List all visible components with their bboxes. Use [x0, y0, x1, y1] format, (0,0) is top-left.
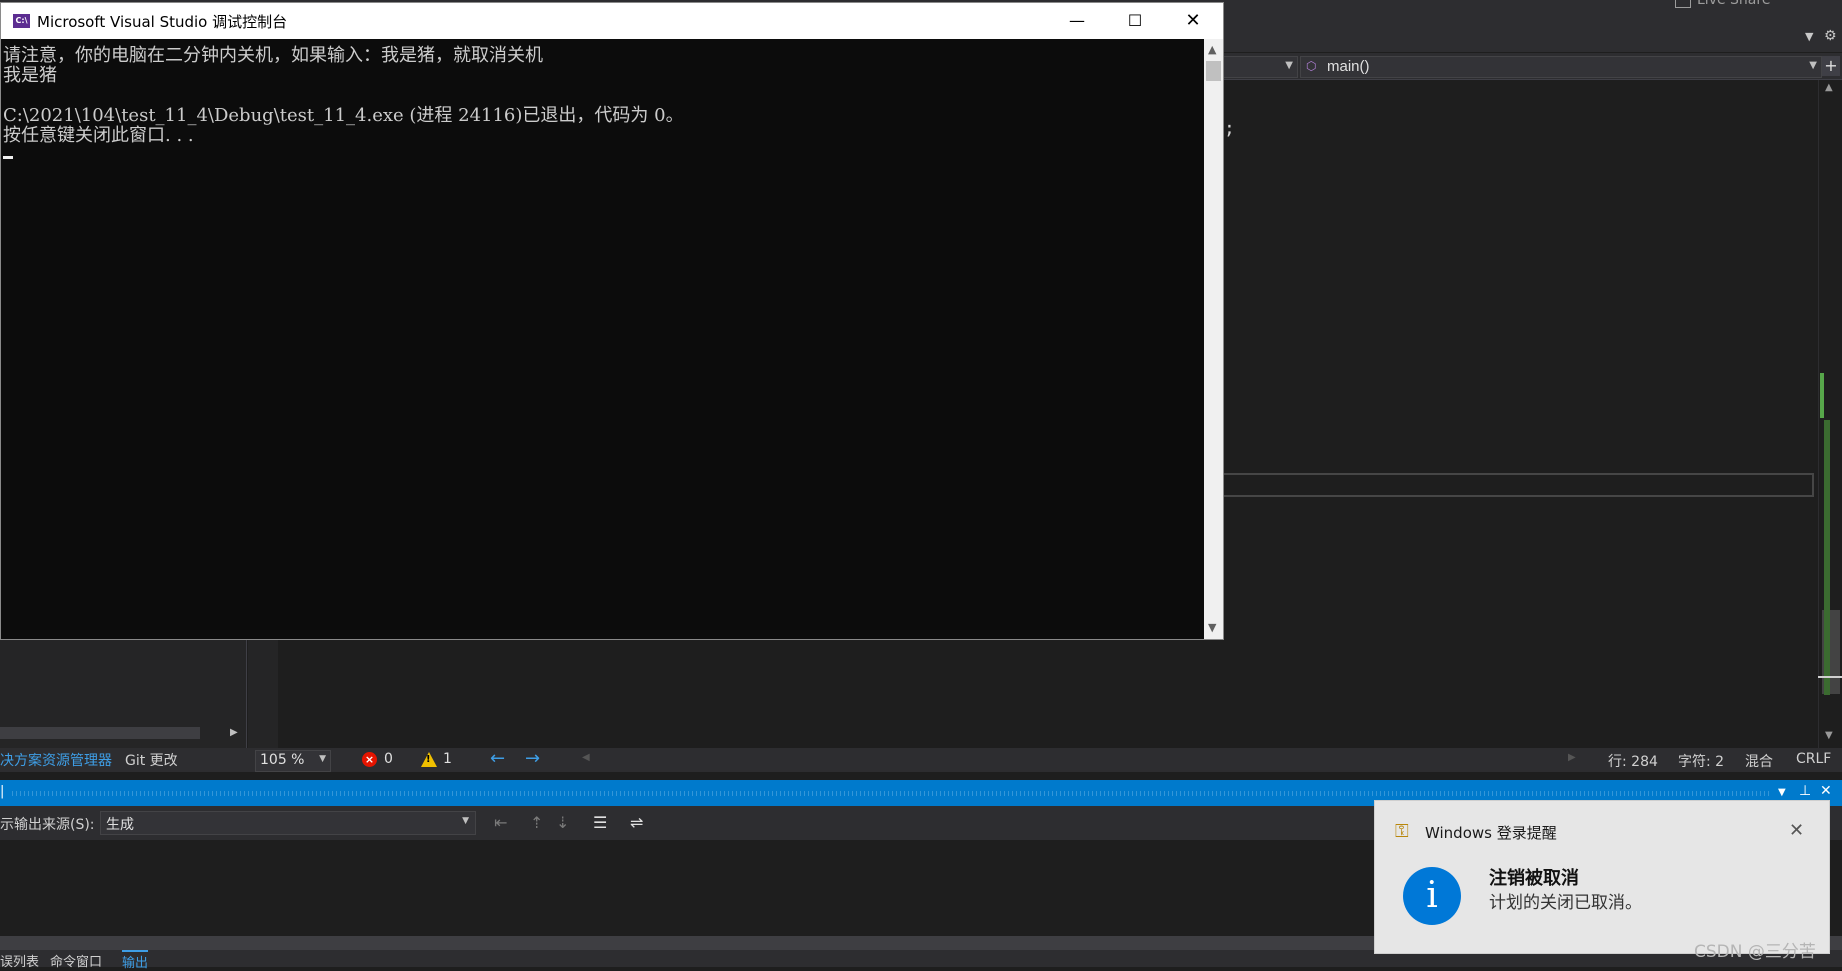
hscroll-left-icon[interactable]: ◀: [582, 752, 590, 763]
toast-close-button[interactable]: ✕: [1789, 820, 1804, 841]
zoom-value: 105 %: [260, 752, 305, 768]
zoom-dropdown[interactable]: 105 % ▼: [255, 750, 331, 772]
live-share-label[interactable]: Live Share: [1697, 0, 1770, 8]
function-dropdown[interactable]: ⬡ main() ▼: [1300, 56, 1822, 78]
windows-toast-notification[interactable]: ⚿ Windows 登录提醒 ✕ i 注销被取消 计划的关闭已取消。: [1374, 800, 1830, 954]
tab-output[interactable]: 输出: [122, 950, 149, 971]
caret-marker: [1818, 676, 1842, 678]
tab-command-window[interactable]: 命令窗口: [50, 951, 102, 970]
status-mode[interactable]: 混合: [1745, 751, 1773, 771]
warning-count[interactable]: 1: [443, 751, 452, 767]
tab-git-changes[interactable]: Git 更改: [125, 750, 178, 770]
error-icon[interactable]: ×: [362, 752, 377, 767]
titlebar-grip[interactable]: [12, 791, 1772, 796]
chevron-down-icon: ▼: [462, 816, 469, 826]
warning-icon-mark: !: [426, 754, 431, 765]
function-cube-icon: ⬡: [1306, 59, 1317, 73]
chevron-down-icon: ▼: [319, 754, 326, 764]
toast-heading: 注销被取消: [1489, 868, 1579, 889]
console-app-icon: C:\: [13, 14, 30, 28]
debug-console-window[interactable]: C:\ Microsoft Visual Studio 调试控制台 — ☐ ✕ …: [0, 2, 1224, 640]
console-title: Microsoft Visual Studio 调试控制台: [37, 13, 288, 31]
toast-message: 计划的关闭已取消。: [1489, 893, 1642, 913]
word-wrap-icon[interactable]: ⇌: [630, 813, 643, 832]
change-marker: [1820, 373, 1824, 418]
code-fragment: ;: [1224, 118, 1235, 139]
scroll-right-icon[interactable]: ▶: [230, 727, 238, 738]
scroll-down-icon[interactable]: ▼: [1208, 621, 1216, 634]
clear-all-icon[interactable]: ☰: [593, 813, 607, 832]
output-source-value: 生成: [106, 817, 134, 833]
tab-error-list[interactable]: 误列表: [0, 951, 39, 970]
console-line: 我是猪: [3, 65, 57, 86]
current-line-highlight: [1222, 473, 1814, 497]
output-source-select[interactable]: 生成 ▼: [100, 811, 476, 835]
dropdown-arrow-icon[interactable]: ▼: [1805, 30, 1813, 43]
next-message-icon[interactable]: ⇣: [556, 813, 569, 832]
chevron-down-icon: ▼: [1285, 60, 1293, 71]
minimize-button[interactable]: —: [1048, 3, 1106, 39]
navigate-back-icon[interactable]: ←: [490, 748, 505, 769]
close-button[interactable]: ✕: [1164, 3, 1222, 39]
change-marker: [1824, 420, 1830, 695]
console-line: 按任意键关闭此窗口. . .: [3, 125, 194, 146]
find-message-icon[interactable]: ⇤: [494, 813, 507, 832]
pin-icon[interactable]: ⊥: [1799, 783, 1811, 799]
status-line-ending[interactable]: CRLF: [1796, 751, 1831, 767]
scrollbar-thumb[interactable]: [1206, 61, 1221, 81]
status-column[interactable]: 字符: 2: [1678, 751, 1724, 771]
console-titlebar[interactable]: C:\ Microsoft Visual Studio 调试控制台 — ☐ ✕: [1, 3, 1223, 39]
editor-gutter: [248, 640, 278, 748]
key-icon: ⚿: [1395, 821, 1409, 842]
error-count[interactable]: 0: [384, 751, 393, 767]
output-title-fragment: |: [0, 784, 5, 799]
console-output[interactable]: 请注意，你的电脑在二分钟内关机，如果输入：我是猪，就取消关机 我是猪 C:\20…: [1, 39, 1204, 639]
scroll-up-icon[interactable]: ▲: [1825, 82, 1833, 93]
gear-icon[interactable]: ⚙: [1824, 28, 1837, 44]
navigate-forward-icon[interactable]: →: [525, 748, 540, 769]
watermark: CSDN @三分苦: [1694, 942, 1816, 962]
info-icon: i: [1403, 867, 1461, 925]
function-name: main(): [1327, 58, 1370, 75]
pin-icon[interactable]: ⌃: [1802, 0, 1814, 10]
live-share-icon[interactable]: [1675, 0, 1691, 8]
console-line: 请注意，你的电脑在二分钟内关机，如果输入：我是猪，就取消关机: [3, 45, 543, 66]
console-scrollbar[interactable]: ▲ ▼: [1204, 39, 1223, 639]
status-line[interactable]: 行: 284: [1608, 751, 1658, 771]
close-icon[interactable]: ✕: [1820, 783, 1832, 799]
solution-explorer-hscrollbar[interactable]: [0, 727, 200, 739]
maximize-button[interactable]: ☐: [1106, 3, 1164, 39]
toast-app-name: Windows 登录提醒: [1425, 824, 1557, 842]
output-source-label: 示输出来源(S):: [0, 817, 95, 833]
tab-solution-explorer[interactable]: 决方案资源管理器: [0, 750, 112, 770]
scroll-down-icon[interactable]: ▼: [1825, 730, 1833, 741]
hscroll-right-icon[interactable]: ▶: [1568, 752, 1576, 763]
panel-menu-icon[interactable]: ▼: [1778, 787, 1786, 798]
previous-message-icon[interactable]: ⇡: [530, 813, 543, 832]
chevron-down-icon: ▼: [1809, 60, 1817, 71]
scroll-up-icon[interactable]: ▲: [1208, 43, 1216, 56]
split-editor-button[interactable]: +: [1822, 56, 1840, 76]
text-cursor: [3, 156, 13, 159]
scope-dropdown[interactable]: ▼: [1222, 56, 1298, 78]
